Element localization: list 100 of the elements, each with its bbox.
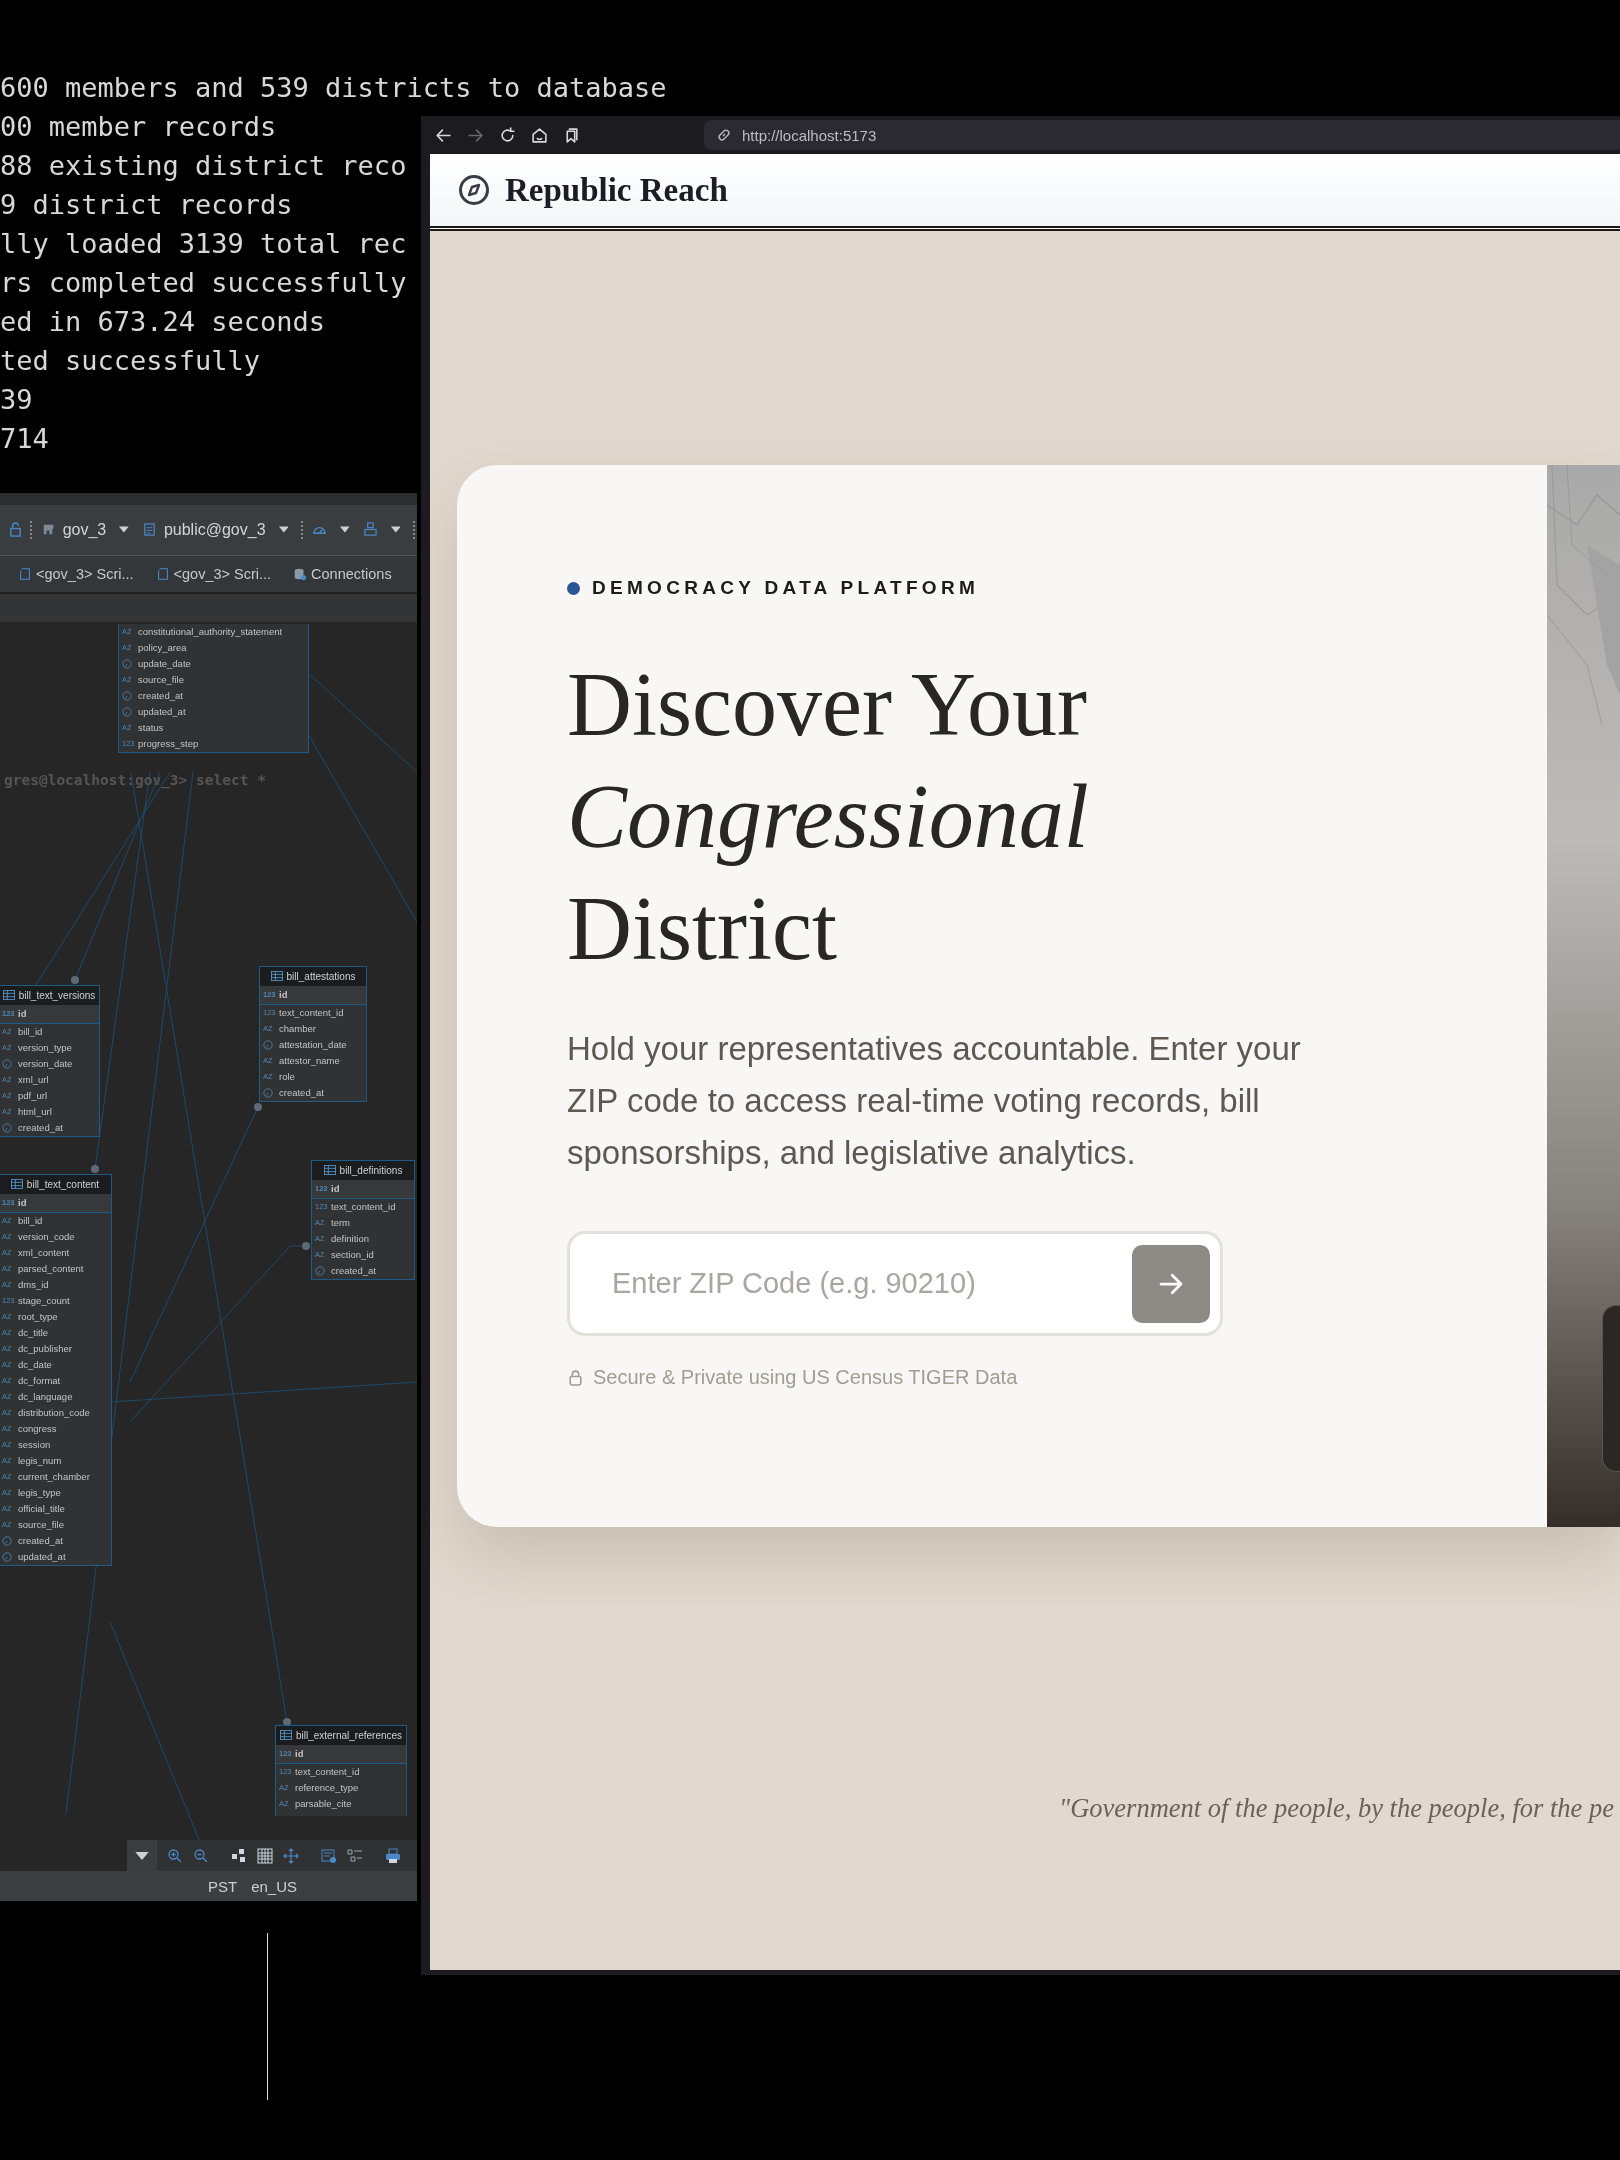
lock-icon[interactable] — [8, 521, 23, 539]
column-name: dms_id — [18, 1279, 49, 1291]
table-name: bill_attestations — [286, 970, 356, 982]
column-name: created_at — [279, 1087, 324, 1099]
zoom-out-icon[interactable] — [193, 1847, 209, 1864]
column-name: congress — [18, 1423, 57, 1435]
list-icon[interactable] — [347, 1847, 363, 1864]
column-name: status — [138, 722, 164, 734]
reload-icon[interactable] — [499, 126, 516, 144]
caret-icon — [135, 1851, 149, 1860]
grid-icon — [323, 1165, 336, 1176]
column-name: bill_id — [18, 1215, 43, 1227]
security-note: Secure & Private using US Census TIGER Data — [593, 1366, 1018, 1389]
script-icon — [155, 566, 170, 581]
column-name: session — [18, 1439, 51, 1451]
home-icon[interactable] — [531, 126, 548, 144]
zip-code-field[interactable]: Enter ZIP Code (e.g. 90210) — [610, 1266, 1132, 1301]
column-name: current_chamber — [18, 1471, 90, 1483]
column-name: update_date — [138, 658, 191, 670]
column-name: created_at — [18, 1535, 63, 1547]
quote-text: "Government of the people, by the people, for the pe — [1059, 1793, 1615, 1824]
bookmarks-icon[interactable] — [563, 126, 580, 144]
connection-selector[interactable]: gov_3 — [62, 520, 107, 539]
column-name: text_content_id — [331, 1201, 396, 1213]
print-icon[interactable] — [385, 1847, 401, 1864]
column-name: parsed_content — [18, 1263, 84, 1275]
column-name: parsable_cite — [295, 1798, 352, 1810]
column-name: source_file — [138, 674, 184, 686]
column-name: reference_type — [295, 1782, 359, 1794]
column-name: text_content_id — [295, 1766, 360, 1778]
link-icon — [716, 127, 732, 143]
boxes-icon[interactable] — [362, 521, 378, 539]
zoom-field[interactable] — [0, 1840, 127, 1872]
column-name: id — [331, 1183, 340, 1195]
brand-name[interactable]: Republic Reach — [505, 171, 728, 209]
column-name: policy_area — [138, 642, 187, 654]
editor-tab[interactable]: Connections — [293, 565, 392, 582]
address-bar[interactable]: http://localhost:5173 — [704, 120, 1620, 150]
column-name: created_at — [18, 1122, 63, 1134]
clock-icon — [2, 1122, 12, 1133]
column-name: dc_title — [18, 1327, 49, 1339]
column-name: chamber — [279, 1023, 316, 1035]
column-name: term — [331, 1217, 350, 1229]
column-name: updated_at — [18, 1551, 66, 1563]
terminal-line: 88 existing district reco — [0, 149, 407, 183]
column-name: id — [18, 1008, 27, 1020]
url-text: http://localhost:5173 — [742, 126, 877, 144]
clock-icon — [122, 706, 132, 717]
submit-button[interactable] — [1132, 1244, 1210, 1323]
terminal-line: 00 member records — [0, 110, 277, 144]
column-name: dc_publisher — [18, 1343, 72, 1355]
editor-tab[interactable]: <gov_3> Scri... — [18, 565, 134, 582]
zoom-in-icon[interactable] — [167, 1847, 183, 1864]
notes-icon[interactable] — [321, 1847, 337, 1864]
schema-selector[interactable]: public@gov_3 — [163, 520, 266, 539]
caret-icon[interactable] — [339, 526, 350, 534]
column-name: created_at — [138, 690, 183, 702]
dropdown-button[interactable] — [127, 1840, 157, 1872]
column-name: id — [18, 1197, 27, 1209]
table-name: bill_definitions — [339, 1164, 403, 1176]
grid-icon — [10, 1179, 23, 1190]
clock-icon — [315, 1265, 325, 1276]
clock-icon — [263, 1087, 273, 1098]
terminal-line: ed in 673.24 seconds — [0, 305, 326, 339]
column-name: attestor_name — [279, 1055, 340, 1067]
status-text: en_US — [251, 1877, 298, 1895]
column-name: created_at — [331, 1265, 376, 1277]
column-name: text_content_id — [279, 1007, 344, 1019]
zip-form[interactable]: Enter ZIP Code (e.g. 90210) — [567, 1231, 1223, 1336]
terminal-line: 600 members and 539 districts to database — [0, 71, 667, 105]
column-name: bill_id — [18, 1026, 43, 1038]
move-icon[interactable] — [283, 1847, 299, 1864]
grid-icon — [270, 971, 283, 982]
column-name: role — [279, 1071, 295, 1083]
table-card[interactable] — [0, 1173, 112, 1566]
column-name: section_id — [331, 1249, 374, 1261]
column-name: pdf_url — [18, 1090, 48, 1102]
caret-icon[interactable] — [119, 526, 129, 534]
column-name: attestation_date — [279, 1039, 347, 1051]
caret-icon[interactable] — [390, 526, 401, 534]
hero-description: Hold your representatives accountable. Enter your ZIP code to access real-time voting records, bill sponsorships, and legislative analytics. — [567, 1029, 1302, 1173]
column-name: dc_date — [18, 1359, 52, 1371]
back-icon[interactable] — [435, 126, 452, 144]
grid-icon — [279, 1730, 292, 1741]
column-name: progress_step — [138, 738, 199, 750]
terminal-line: rs completed successfully — [0, 266, 407, 300]
column-name: version_date — [18, 1058, 73, 1070]
terminal-line: ted successfully — [0, 344, 261, 378]
layout-icon[interactable] — [231, 1847, 247, 1864]
column-name: stage_count — [18, 1295, 70, 1307]
table-name: bill_text_versions — [18, 989, 96, 1001]
table-name: bill_text_content — [26, 1178, 100, 1190]
column-name: dc_language — [18, 1391, 73, 1403]
editor-tab[interactable]: <gov_3> Scri... — [155, 565, 272, 582]
column-name: xml_url — [18, 1074, 49, 1086]
caret-icon[interactable] — [278, 526, 289, 534]
clock-icon — [2, 1535, 12, 1546]
compass-icon[interactable] — [458, 174, 490, 206]
clock-icon — [122, 690, 132, 701]
grid-icon[interactable] — [257, 1847, 273, 1864]
